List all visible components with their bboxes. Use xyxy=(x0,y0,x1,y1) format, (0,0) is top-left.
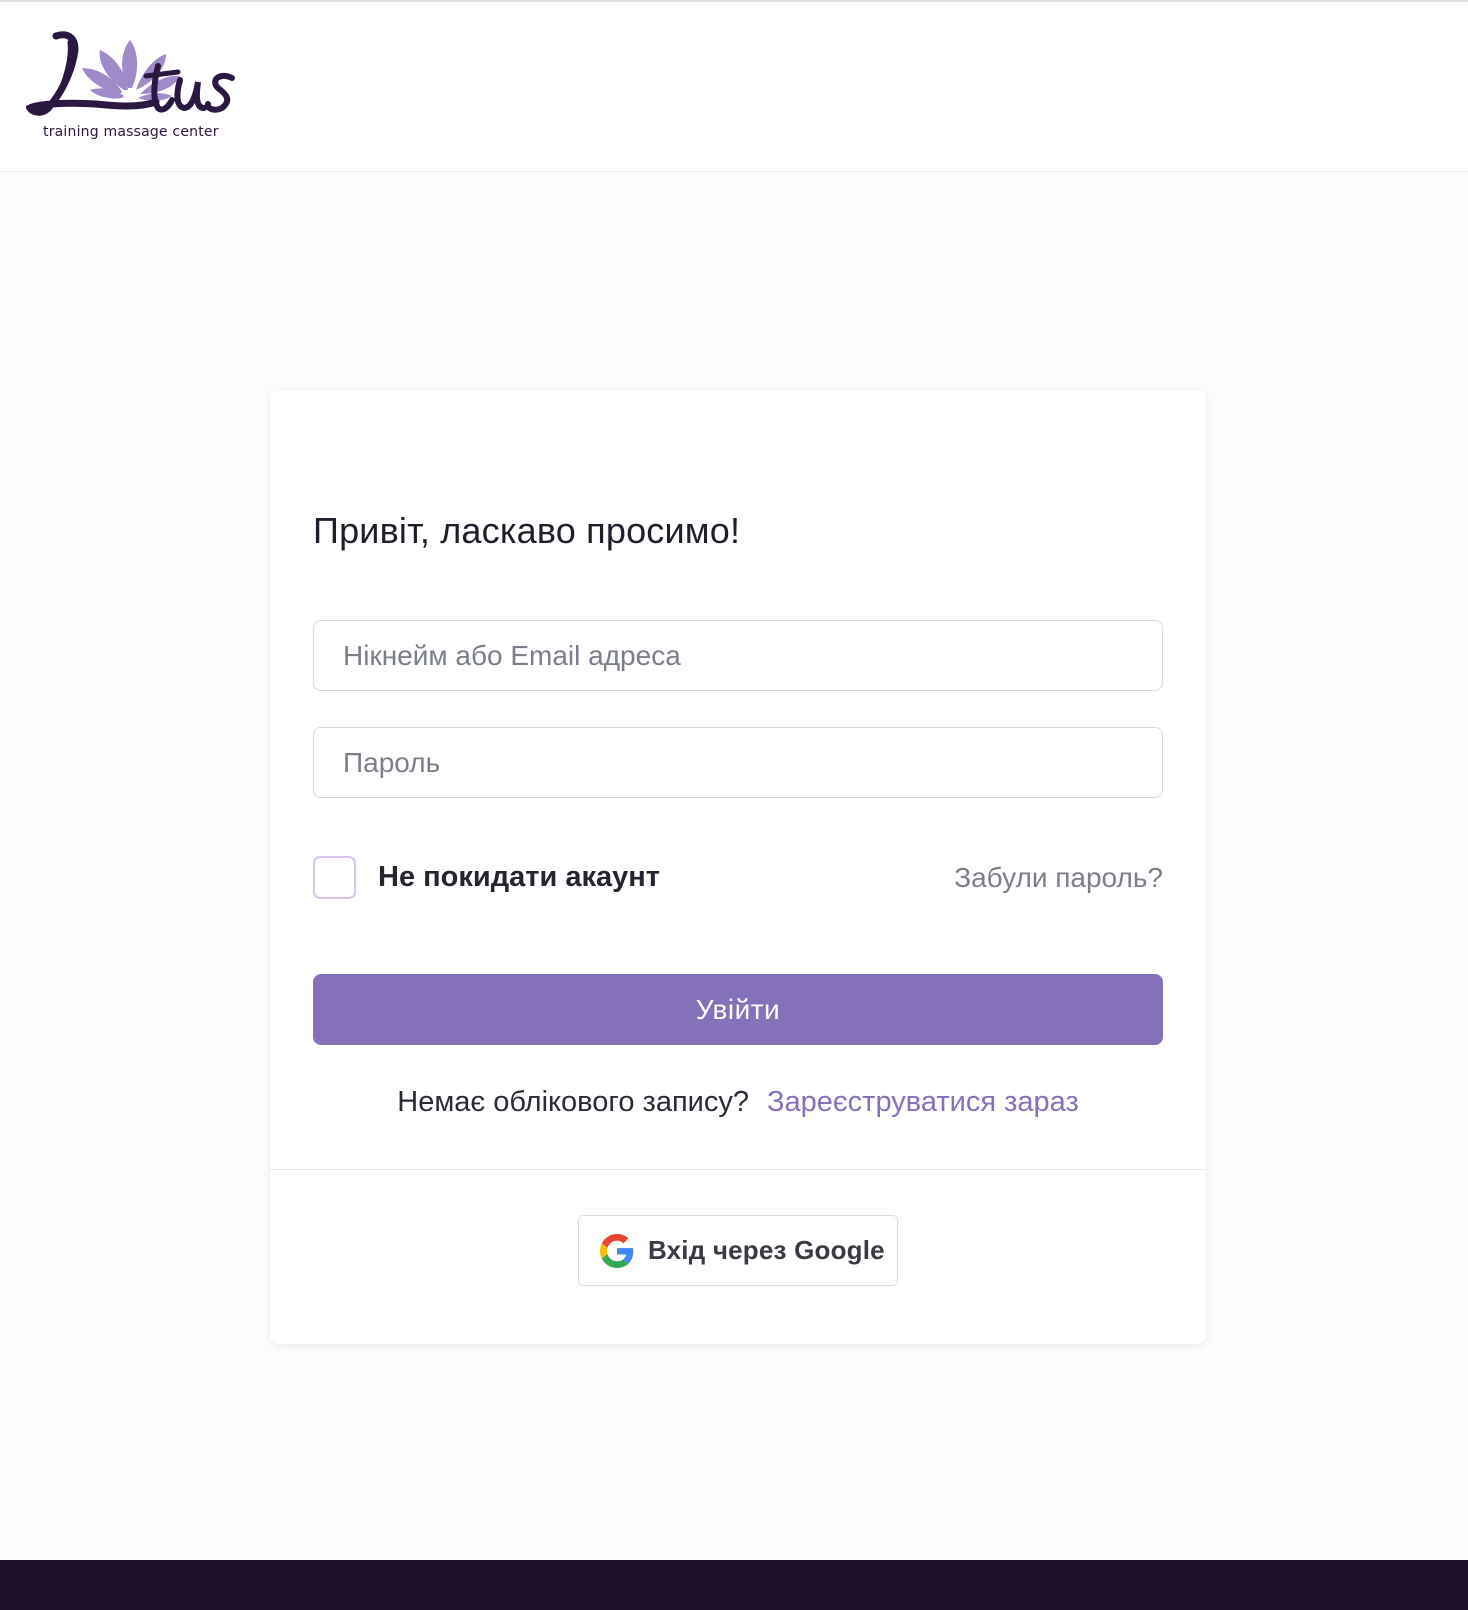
login-input[interactable] xyxy=(313,620,1163,691)
login-button[interactable]: Увійти xyxy=(313,974,1163,1045)
login-card: Привіт, ласкаво просимо! Не покидати ака… xyxy=(270,390,1206,1344)
site-header: training massage center xyxy=(0,2,1468,172)
page-title: Привіт, ласкаво просимо! xyxy=(313,510,741,551)
google-login-button[interactable]: Вхід через Google xyxy=(578,1215,898,1286)
remember-row: Не покидати акаунт Забули пароль? xyxy=(313,855,1163,901)
remember-checkbox[interactable] xyxy=(313,856,356,899)
logo-tagline: training massage center xyxy=(43,124,219,140)
google-login-label: Вхід через Google xyxy=(648,1235,885,1265)
register-row: Немає облікового запису? Зареєструватися … xyxy=(270,1086,1206,1119)
site-footer xyxy=(0,1560,1468,1610)
register-link[interactable]: Зареєструватися зараз xyxy=(767,1086,1079,1118)
card-divider xyxy=(270,1169,1206,1170)
forgot-password-link[interactable]: Забули пароль? xyxy=(954,862,1163,894)
site-logo[interactable]: training massage center xyxy=(26,28,246,148)
google-g-icon xyxy=(600,1234,634,1268)
register-prompt: Немає облікового запису? xyxy=(397,1086,749,1118)
remember-label: Не покидати акаунт xyxy=(378,861,660,893)
password-input[interactable] xyxy=(313,727,1163,798)
